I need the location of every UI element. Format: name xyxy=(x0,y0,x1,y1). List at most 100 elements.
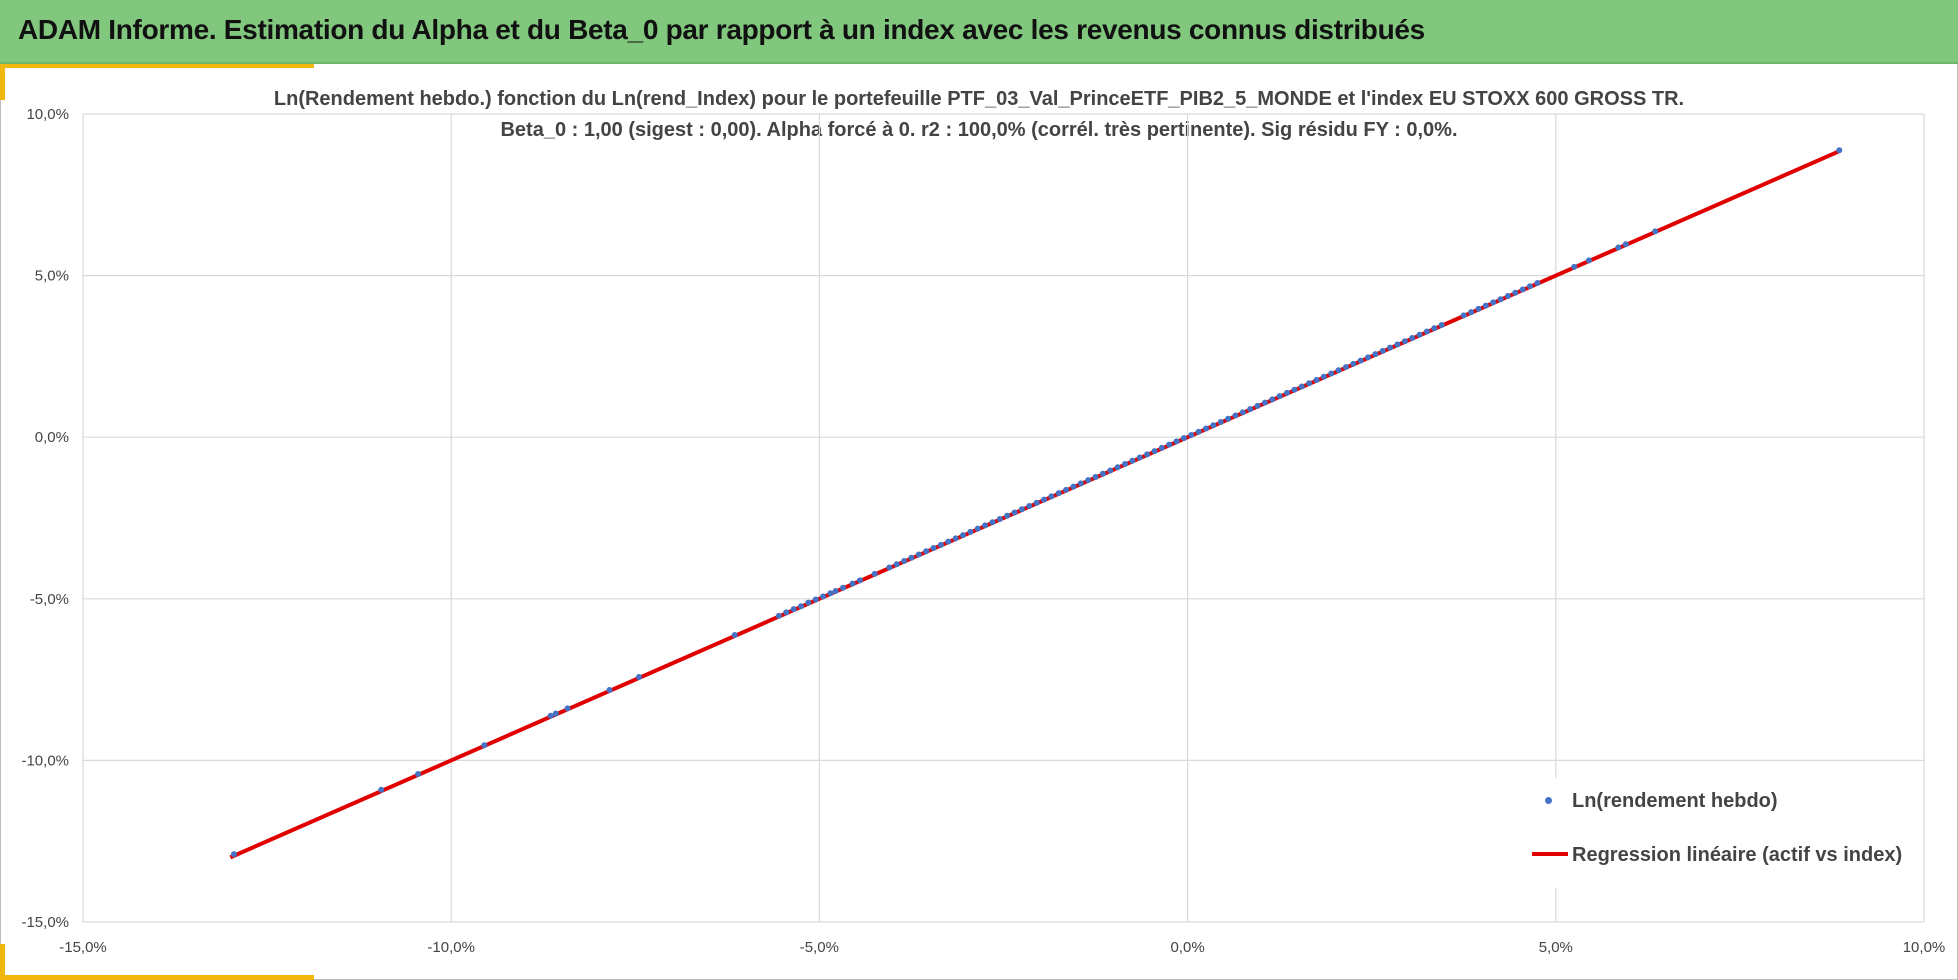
data-point xyxy=(1320,373,1327,380)
data-point xyxy=(959,532,966,539)
y-tick-label: 5,0% xyxy=(35,268,69,285)
data-point xyxy=(1836,147,1843,154)
data-point xyxy=(1534,280,1541,287)
legend-label-points: Ln(rendement hebdo) xyxy=(1572,789,1778,812)
data-point xyxy=(1158,444,1165,451)
data-point xyxy=(1247,406,1254,413)
legend-item-regression: Regression linéaire (actif vs index) xyxy=(1572,840,1902,870)
y-tick-label: -15,0% xyxy=(21,914,69,931)
data-point xyxy=(552,710,559,717)
data-point xyxy=(775,612,782,619)
data-point xyxy=(908,554,915,561)
data-point xyxy=(1151,448,1158,455)
y-tick-label: 10,0% xyxy=(26,106,69,123)
data-point xyxy=(1225,415,1232,422)
data-point xyxy=(1468,309,1475,316)
data-point xyxy=(1379,347,1386,354)
data-point xyxy=(1144,451,1151,458)
data-point xyxy=(1232,412,1239,419)
data-point xyxy=(1107,467,1114,474)
data-point xyxy=(930,545,937,552)
data-point xyxy=(1217,419,1224,426)
data-point xyxy=(989,519,996,526)
data-point xyxy=(1652,228,1659,235)
x-tick-label: 10,0% xyxy=(1903,939,1946,956)
data-point xyxy=(812,596,819,603)
data-point xyxy=(1070,483,1077,490)
data-point xyxy=(1048,493,1055,500)
data-point xyxy=(1394,341,1401,348)
data-point xyxy=(1431,325,1438,332)
legend-marker-points xyxy=(1545,797,1552,804)
data-point xyxy=(982,522,989,529)
data-point xyxy=(1099,470,1106,477)
data-point xyxy=(1482,302,1489,309)
data-point xyxy=(1512,289,1519,296)
data-point xyxy=(1055,490,1062,497)
data-point xyxy=(415,770,422,777)
data-point xyxy=(783,609,790,616)
data-point xyxy=(1342,364,1349,371)
data-point xyxy=(1284,389,1291,396)
data-point xyxy=(1129,457,1136,464)
data-point xyxy=(1092,473,1099,480)
data-point xyxy=(1438,322,1445,329)
legend-label-regression: Regression linéaire (actif vs index) xyxy=(1572,843,1903,866)
data-point xyxy=(1239,409,1246,416)
data-point xyxy=(1188,431,1195,438)
data-point xyxy=(952,535,959,542)
data-point xyxy=(832,588,839,595)
data-point xyxy=(1527,283,1534,290)
data-point xyxy=(974,525,981,532)
data-point xyxy=(805,599,812,606)
data-point xyxy=(820,593,827,600)
data-point xyxy=(915,551,922,558)
data-point xyxy=(797,603,804,610)
x-tick-label: -10,0% xyxy=(427,939,475,956)
data-point xyxy=(1173,438,1180,445)
data-point xyxy=(1585,257,1592,264)
data-point xyxy=(1328,370,1335,377)
data-point xyxy=(1357,357,1364,364)
legend: Ln(rendement hebdo) Regression linéaire … xyxy=(1522,778,1902,888)
chart-area: Ln(Rendement hebdo.) fonction du Ln(rend… xyxy=(0,0,1958,980)
legend-marker-regression xyxy=(1532,852,1568,856)
data-point xyxy=(1166,441,1173,448)
data-point xyxy=(1063,486,1070,493)
data-point xyxy=(1195,428,1202,435)
data-point xyxy=(871,570,878,577)
y-tick-label: 0,0% xyxy=(35,429,69,446)
data-point xyxy=(945,538,952,545)
x-tick-label: 5,0% xyxy=(1539,939,1573,956)
data-point xyxy=(856,577,863,584)
data-point xyxy=(1615,244,1622,251)
data-point xyxy=(1085,477,1092,484)
data-point xyxy=(1335,367,1342,374)
data-point xyxy=(827,590,834,597)
data-point xyxy=(1026,503,1033,510)
data-point xyxy=(1460,312,1467,319)
data-point xyxy=(1122,461,1129,468)
x-tick-label: -5,0% xyxy=(800,939,839,956)
data-point xyxy=(1504,292,1511,299)
data-point xyxy=(1041,496,1048,503)
x-tick-label: -15,0% xyxy=(59,939,107,956)
data-point xyxy=(1416,331,1423,338)
data-point xyxy=(1387,344,1394,351)
data-point xyxy=(1291,386,1298,393)
data-point xyxy=(1475,305,1482,312)
data-point xyxy=(967,528,974,535)
data-point xyxy=(1401,338,1408,345)
data-point xyxy=(1011,509,1018,516)
data-point xyxy=(1261,399,1268,406)
data-point xyxy=(1409,334,1416,341)
data-point xyxy=(1203,425,1210,432)
data-point xyxy=(1622,241,1629,248)
data-point xyxy=(635,674,642,681)
data-point xyxy=(1497,296,1504,303)
data-point xyxy=(996,515,1003,522)
data-point xyxy=(1350,360,1357,367)
data-point xyxy=(1180,435,1187,442)
data-point xyxy=(1423,328,1430,335)
data-point xyxy=(901,557,908,564)
